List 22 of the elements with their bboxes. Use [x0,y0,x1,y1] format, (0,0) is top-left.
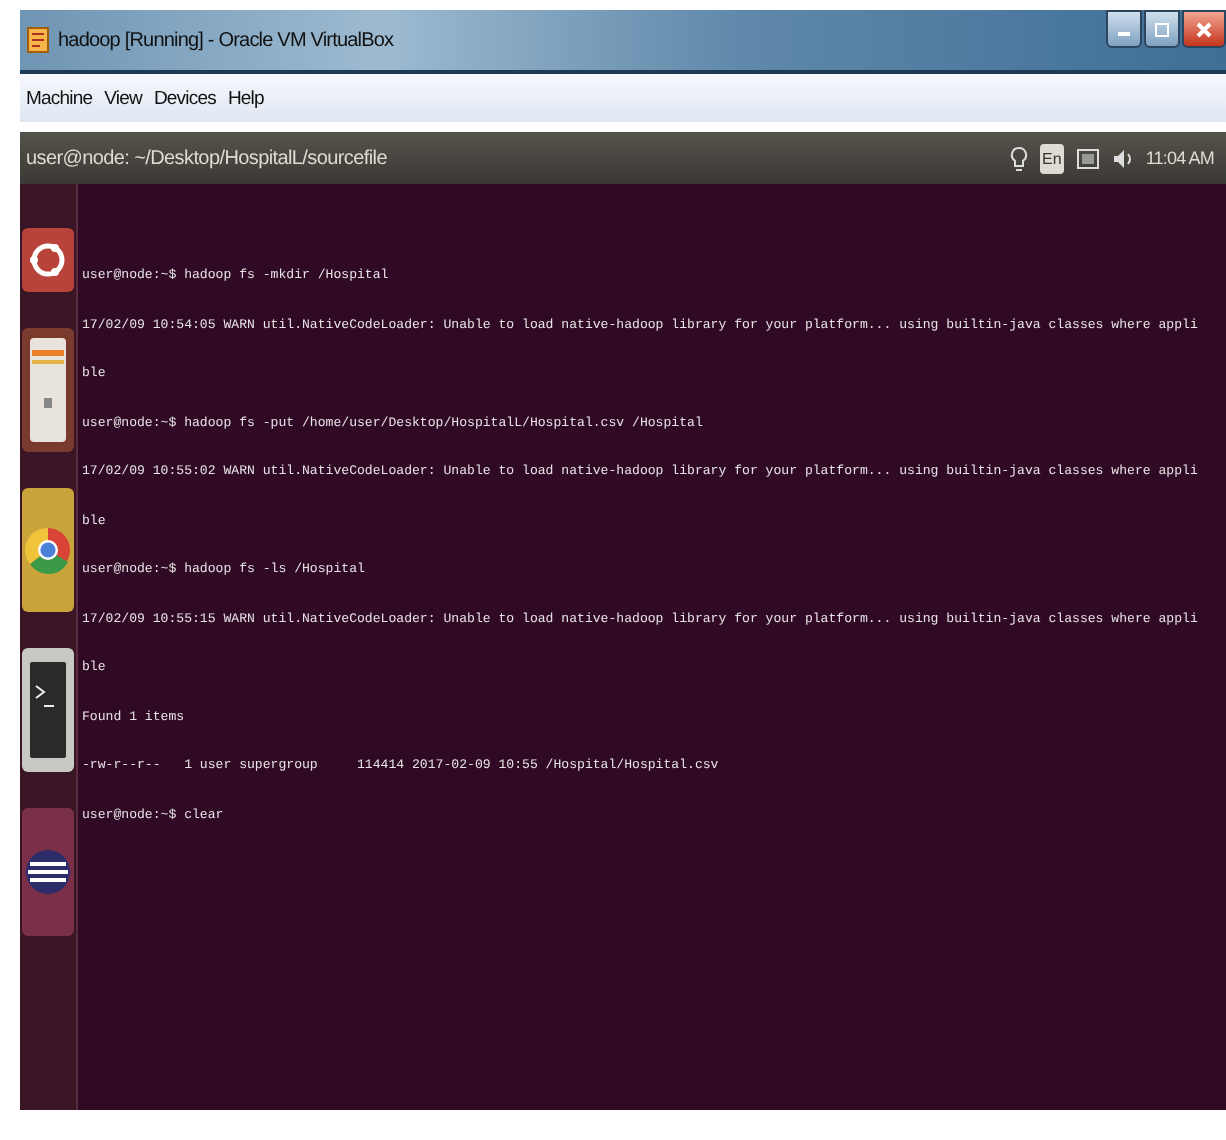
clock[interactable]: 11:04 AM [1145,148,1214,168]
menu-item[interactable]: Devices [153,87,216,109]
minimize-button[interactable] [1106,10,1142,48]
menu-item[interactable]: View [104,87,142,109]
display-icon[interactable] [1075,147,1100,169]
window-title: hadoop [Running] - Oracle VM VirtualBox [58,29,396,51]
menu-item[interactable]: Help [227,87,264,109]
light-bulb-icon[interactable] [1010,145,1029,171]
ubuntu-logo-icon[interactable] [20,226,76,294]
terminal-window-title: user@node: ~/Desktop/HospitalL/sourcefile [26,147,389,169]
file-cabinet-icon[interactable] [20,326,76,454]
keyboard-layout-indicator[interactable]: En [1040,143,1064,173]
menu-item[interactable]: Machine [26,87,93,109]
close-icon [1196,21,1212,37]
maximize-icon [1154,21,1170,37]
speaker-icon[interactable] [1111,147,1134,169]
maximize-button[interactable] [1144,10,1180,48]
eclipse-icon[interactable] [20,806,76,938]
browser-icon[interactable] [20,486,76,614]
app-icon [26,26,50,54]
close-button[interactable] [1182,10,1226,48]
terminal-icon[interactable] [20,646,76,774]
